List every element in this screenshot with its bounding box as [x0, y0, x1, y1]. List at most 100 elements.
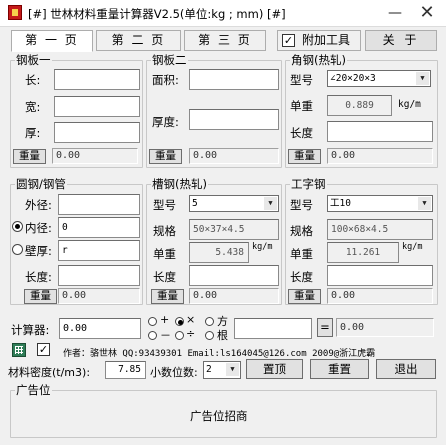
angle-result: 0.00	[327, 148, 433, 164]
calculator-result: 0.00	[336, 318, 434, 337]
plate1-title: 钢板一	[15, 53, 52, 67]
attach-tools-checkbox[interactable]: ✓	[282, 34, 295, 47]
channel-spec: 50×37×4.5	[189, 219, 279, 240]
round-wall-input[interactable]: r	[58, 240, 140, 261]
angle-model-label: 型号	[290, 73, 313, 87]
ad-title: 广告位	[15, 383, 52, 397]
channel-length-input[interactable]	[189, 265, 279, 286]
op-root-label: 根	[217, 329, 228, 342]
channel-model-select[interactable]: 5 ▼	[189, 195, 279, 212]
op-root-radio[interactable]	[205, 331, 214, 340]
channel-model-label: 型号	[153, 198, 176, 212]
op-minus-radio[interactable]	[148, 331, 157, 340]
plate2-weight-button[interactable]: 重量	[149, 149, 182, 164]
plate2-area-input[interactable]	[189, 69, 279, 90]
angle-length-label: 长度	[290, 126, 313, 140]
calculator-input-1[interactable]: 0.00	[59, 318, 141, 339]
attach-tools-toggle[interactable]: ✓ 附加工具	[277, 30, 361, 51]
op-div-label: ÷	[186, 327, 196, 340]
plate2-area-label: 面积:	[152, 73, 179, 87]
angle-model-select[interactable]: ∠20×20×3 ▼	[327, 70, 431, 87]
channel-length-label: 长度	[153, 270, 176, 284]
channel-spec-label: 规格	[153, 224, 176, 238]
chevron-down-icon[interactable]: ▼	[264, 197, 277, 210]
plate1-weight-button[interactable]: 重量	[13, 149, 46, 164]
ibeam-spec: 100×68×4.5	[327, 219, 433, 240]
round-inner-label: 内径:	[25, 221, 52, 235]
ibeam-spec-label: 规格	[290, 224, 313, 238]
tab-page-3[interactable]: 第 三 页	[184, 30, 266, 51]
minimize-button[interactable]: —	[380, 2, 410, 24]
calculator-label: 计算器:	[11, 323, 50, 337]
angle-unit-weight-label: 单重	[290, 99, 313, 113]
angle-unit: kg/m	[398, 99, 421, 110]
angle-model-value: ∠20×20×3	[330, 73, 376, 84]
angle-weight-button[interactable]: 重量	[288, 149, 321, 164]
ibeam-title: 工字钢	[290, 177, 327, 191]
plate1-length-input[interactable]	[54, 69, 140, 90]
op-minus-label: －	[160, 329, 171, 342]
decimals-value: 2	[206, 364, 212, 375]
op-div-radio[interactable]	[175, 331, 184, 340]
round-length-input[interactable]	[58, 265, 140, 286]
close-button[interactable]: ✕	[412, 2, 442, 24]
angle-unit-weight: 0.889	[327, 95, 392, 116]
channel-result: 0.00	[189, 288, 279, 304]
reset-button[interactable]: 重置	[310, 359, 369, 379]
ibeam-model-label: 型号	[290, 198, 313, 212]
decimals-select[interactable]: 2 ▼	[203, 361, 241, 379]
ibeam-length-label: 长度	[290, 270, 313, 284]
footer-checkbox[interactable]: ✓	[37, 343, 50, 356]
pin-top-button[interactable]: 置顶	[246, 359, 303, 379]
attach-tools-label: 附加工具	[302, 33, 351, 47]
plate2-thick-label: 厚度:	[152, 115, 179, 129]
plate2-thick-input[interactable]	[189, 109, 279, 130]
op-plus-radio[interactable]	[148, 317, 157, 326]
channel-model-value: 5	[192, 198, 198, 209]
exit-button[interactable]: 退出	[376, 359, 436, 379]
round-result: 0.00	[58, 288, 140, 304]
about-button[interactable]: 关 于	[365, 30, 437, 51]
round-wall-radio[interactable]	[12, 244, 23, 255]
window-title: [#] 世林材料重量计算器V2.5(单位:kg ; mm) [#]	[28, 7, 286, 21]
chevron-down-icon[interactable]: ▼	[416, 72, 429, 85]
calendar-icon[interactable]	[12, 343, 26, 357]
op-mul-radio[interactable]	[175, 317, 184, 326]
ibeam-unit-weight: 11.261	[327, 242, 399, 263]
tab-page-2[interactable]: 第 二 页	[96, 30, 181, 51]
ad-text[interactable]: 广告位招商	[190, 408, 248, 424]
calculator-input-2[interactable]	[234, 318, 312, 339]
channel-title: 槽钢(热轧)	[151, 177, 208, 191]
density-label: 材料密度(t/m3):	[8, 366, 91, 379]
plate2-title: 钢板二	[151, 53, 188, 67]
channel-weight-button[interactable]: 重量	[151, 289, 184, 304]
chevron-down-icon[interactable]: ▼	[226, 363, 239, 376]
equals-button[interactable]: =	[317, 318, 333, 337]
round-inner-input[interactable]: 0	[58, 217, 140, 238]
round-inner-radio[interactable]	[12, 221, 23, 232]
op-pow-radio[interactable]	[205, 317, 214, 326]
decimals-label: 小数位数:	[150, 366, 198, 379]
channel-unit: kg/m	[252, 242, 273, 252]
plate2-result: 0.00	[189, 148, 279, 164]
angle-length-input[interactable]	[327, 121, 433, 142]
round-weight-button[interactable]: 重量	[24, 289, 57, 304]
round-outer-input[interactable]	[58, 194, 140, 215]
round-length-label: 长度:	[25, 270, 52, 284]
ibeam-model-select[interactable]: 工10 ▼	[327, 195, 433, 212]
plate1-width-input[interactable]	[54, 96, 140, 117]
plate1-thick-input[interactable]	[54, 122, 140, 143]
ibeam-unit-weight-label: 单重	[290, 247, 313, 261]
ibeam-weight-button[interactable]: 重量	[288, 289, 321, 304]
author-info: 作者：骆世林 QQ:93439301 Email:ls164045@126.co…	[63, 349, 376, 359]
ibeam-model-value: 工10	[330, 198, 351, 209]
density-input[interactable]: 7.85	[105, 361, 146, 379]
plate1-thick-label: 厚:	[25, 126, 41, 140]
op-plus-label: +	[160, 313, 170, 326]
ibeam-length-input[interactable]	[327, 265, 433, 286]
round-wall-label: 壁厚:	[25, 244, 52, 258]
plate1-result: 0.00	[52, 148, 138, 164]
plate1-width-label: 宽:	[25, 100, 41, 114]
tab-page-1[interactable]: 第 一 页	[11, 30, 93, 52]
chevron-down-icon[interactable]: ▼	[418, 197, 431, 210]
